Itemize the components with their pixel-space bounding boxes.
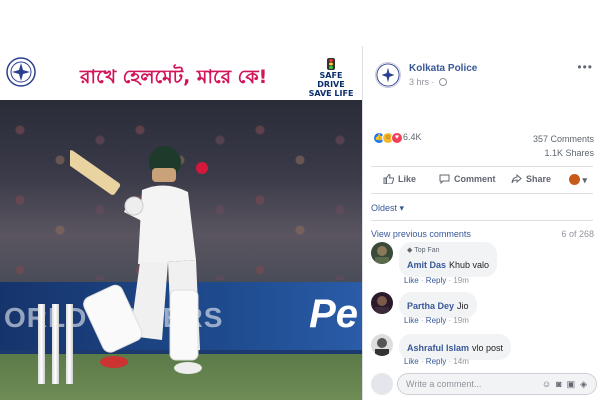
top-fan-badge: ◆ Top Fan — [407, 247, 440, 254]
comment-input-placeholder: Write a comment... — [406, 379, 482, 389]
share-label: Share — [526, 174, 552, 184]
caret-down-icon: ▾ — [399, 203, 405, 213]
comment-meta: Like · Reply · 19m — [404, 276, 469, 285]
commenter-name-link[interactable]: Partha Dey — [407, 301, 454, 311]
image-banner: রাখে হেলমেট, মারে কে! SAFE DRIVE SAVE LI… — [0, 46, 362, 100]
post-time-text: 3 hrs · — [409, 77, 435, 87]
cricket-photo: ORLD MAKERS Pe — [0, 100, 362, 400]
comment-composer: Write a comment... ☺◙▣◈ — [371, 372, 597, 396]
globe-icon — [439, 78, 448, 86]
like-label: Like — [398, 174, 417, 184]
commenter-name-link[interactable]: Ashraful Islam — [407, 343, 469, 353]
chevron-down-icon: ▾ — [582, 175, 588, 185]
kolkata-police-emblem-icon — [6, 57, 36, 87]
save-life-text: SAVE LIFE — [308, 89, 354, 98]
post-as-selector[interactable]: ▾ — [569, 174, 587, 186]
more-options-icon[interactable]: ••• — [577, 60, 593, 74]
comments-pagination-count: 6 of 268 — [561, 229, 594, 239]
emoji-icon[interactable]: ☺ — [542, 379, 556, 389]
batsman-figure — [70, 146, 208, 374]
reaction-count[interactable]: 6.4K — [403, 132, 422, 142]
comments-count-link[interactable]: 357 Comments — [533, 134, 594, 144]
comment-time[interactable]: 19m — [453, 316, 469, 325]
comment-sort-dropdown[interactable]: Oldest ▾ — [371, 203, 404, 214]
page-name-link[interactable]: Kolkata Police — [409, 63, 477, 74]
comment-reply-link[interactable]: Reply — [426, 357, 446, 366]
sticker-icon[interactable]: ◈ — [580, 379, 592, 389]
comment-sort-label: Oldest — [371, 203, 398, 213]
current-user-avatar — [371, 373, 393, 395]
share-arrow-icon — [511, 174, 522, 184]
page-avatar[interactable] — [375, 62, 401, 88]
comment-input[interactable]: Write a comment... ☺◙▣◈ — [397, 373, 597, 395]
comment-time[interactable]: 19m — [453, 276, 469, 285]
share-button[interactable]: Share — [511, 174, 551, 184]
comment-bubble: Partha Dey Jio — [399, 292, 477, 318]
commenter-avatar[interactable] — [371, 334, 393, 356]
comment-button[interactable]: Comment — [439, 174, 496, 184]
comment-text: Jio — [457, 301, 469, 311]
commenter-avatar[interactable] — [371, 292, 393, 314]
action-bar: Like Comment Share ▾ — [371, 166, 593, 194]
comment-reply-link[interactable]: Reply — [426, 276, 446, 285]
comment-time[interactable]: 14m — [453, 357, 469, 366]
comment-bubble: ◆ Top Fan Amit Das Khub valo — [399, 242, 498, 277]
comment-like-link[interactable]: Like — [404, 276, 419, 285]
comment-text: Khub valo — [449, 260, 490, 270]
composer-icons: ☺◙▣◈ — [542, 379, 592, 390]
divider — [371, 220, 593, 221]
comment-like-link[interactable]: Like — [404, 357, 419, 366]
comment-label: Comment — [454, 174, 496, 184]
safe-drive-text: SAFE DRIVE — [317, 71, 345, 89]
traffic-light-icon — [327, 58, 335, 70]
commenter-avatar[interactable] — [371, 242, 393, 264]
hoarding-brand: Pe — [309, 292, 358, 336]
comment-meta: Like · Reply · 14m — [404, 357, 469, 366]
top-fan-label: Top Fan — [414, 247, 440, 254]
camera-icon[interactable]: ◙ — [556, 379, 566, 389]
comment-text: vlo post — [472, 343, 504, 353]
commenter-name-link[interactable]: Amit Das — [407, 260, 446, 270]
profile-avatar-icon — [569, 174, 580, 185]
safe-drive-logo: SAFE DRIVE SAVE LIFE — [308, 58, 354, 98]
gif-icon[interactable]: ▣ — [567, 379, 581, 389]
post-time[interactable]: 3 hrs · — [409, 77, 448, 87]
comment-reply-link[interactable]: Reply — [426, 316, 446, 325]
shares-count-link[interactable]: 1.1K Shares — [544, 148, 594, 158]
thumbs-up-icon — [383, 174, 394, 184]
comment-icon — [439, 174, 450, 184]
post-header: Kolkata Police 3 hrs · ••• — [363, 46, 600, 96]
comment-like-link[interactable]: Like — [404, 316, 419, 325]
love-reaction-icon: ♥ — [391, 132, 403, 144]
banner-headline: রাখে হেলমেট, মারে কে! — [80, 66, 268, 88]
like-button[interactable]: Like — [383, 174, 416, 184]
post-image[interactable]: রাখে হেলমেট, মারে কে! SAFE DRIVE SAVE LI… — [0, 46, 362, 400]
comment-meta: Like · Reply · 19m — [404, 316, 469, 325]
post-sidebar: Kolkata Police 3 hrs · ••• 👍 ☺ ♥ 6.4K 35… — [362, 46, 600, 400]
view-previous-comments-link[interactable]: View previous comments — [371, 229, 471, 239]
